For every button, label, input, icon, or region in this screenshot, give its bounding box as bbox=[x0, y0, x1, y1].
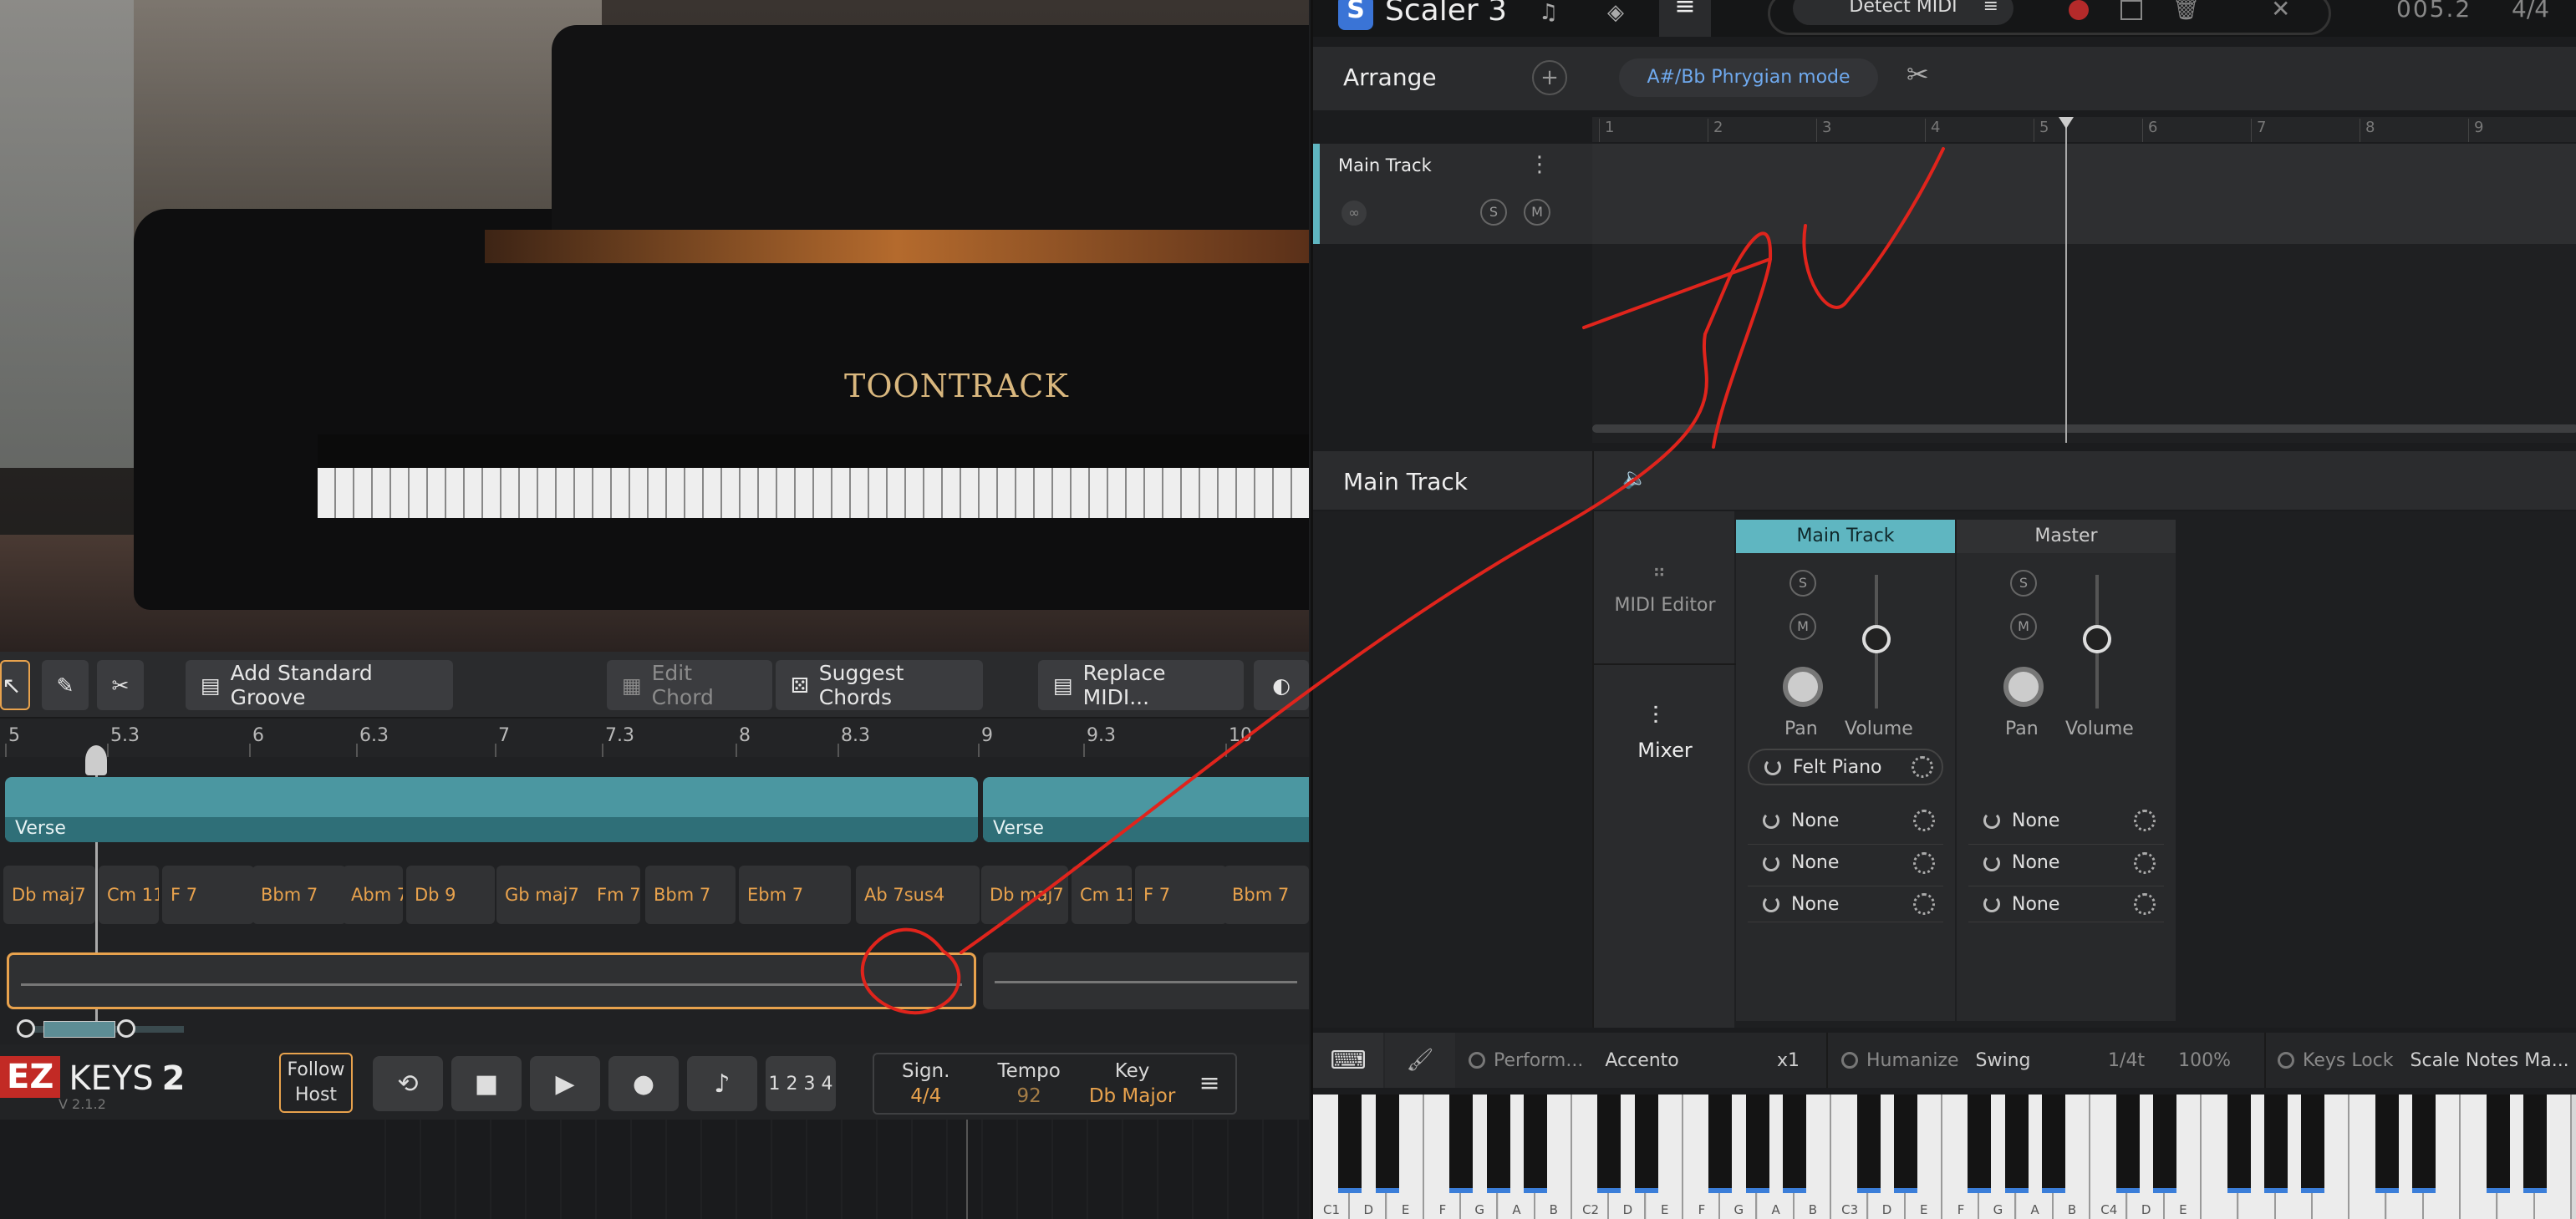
red-annotation bbox=[860, 147, 1945, 1015]
